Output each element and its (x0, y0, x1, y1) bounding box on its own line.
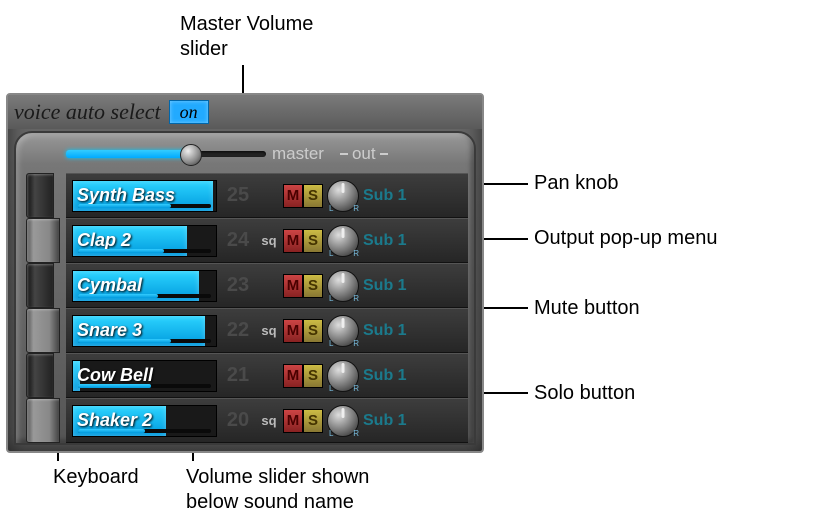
track-row: Clap 2 24 sq MSLRSub 1 (66, 218, 468, 263)
solo-button[interactable]: S (303, 184, 323, 208)
track-number: 21 (221, 364, 255, 387)
sound-name: Cymbal (77, 275, 142, 296)
output-popup[interactable]: Sub 1 (363, 187, 423, 205)
annotation-solo-button: Solo button (534, 381, 635, 406)
volume-slider[interactable] (78, 384, 211, 388)
mute-button[interactable]: M (283, 319, 303, 343)
track-number: 25 (221, 184, 255, 207)
track-number: 22 (221, 319, 255, 342)
sound-name: Clap 2 (77, 230, 131, 251)
sound-name: Snare 3 (77, 320, 142, 341)
output-popup[interactable]: Sub 1 (363, 277, 423, 295)
voice-auto-select-strip: voice auto select on (8, 95, 482, 129)
track-number: 24 (221, 229, 255, 252)
pan-knob[interactable]: LR (327, 225, 359, 257)
mute-button[interactable]: M (283, 229, 303, 253)
annotation-keyboard: Keyboard (53, 465, 139, 490)
keyboard-column (26, 173, 60, 443)
annotation-master-volume: Master Volume slider (180, 12, 313, 62)
annotation-volume-slider: Volume slider shown below sound name (186, 465, 369, 515)
mixer-panel: voice auto select on master out Synth Ba… (6, 93, 484, 453)
key[interactable] (26, 308, 60, 353)
mute-button[interactable]: M (283, 184, 303, 208)
pan-knob[interactable]: LR (327, 405, 359, 437)
mute-button[interactable]: M (283, 274, 303, 298)
panel-inner: master out Synth Bass25MSLRSub 1Clap 224… (14, 131, 476, 445)
volume-slider[interactable] (78, 339, 211, 343)
sound-name-box[interactable]: Shaker 2 (72, 405, 217, 437)
mute-button[interactable]: M (283, 364, 303, 388)
output-popup[interactable]: Sub 1 (363, 412, 423, 430)
key[interactable] (26, 398, 60, 443)
sound-name: Cow Bell (77, 365, 153, 386)
mute-button[interactable]: M (283, 409, 303, 433)
sound-name: Shaker 2 (77, 410, 152, 431)
track-number: 20 (221, 409, 255, 432)
solo-button[interactable]: S (303, 409, 323, 433)
sq-indicator: sq (259, 413, 279, 428)
pan-knob[interactable]: LR (327, 270, 359, 302)
output-popup[interactable]: Sub 1 (363, 367, 423, 385)
master-row: master out (16, 133, 474, 171)
volume-slider[interactable] (78, 204, 211, 208)
pan-knob[interactable]: LR (327, 180, 359, 212)
key[interactable] (26, 263, 54, 308)
out-label: out (340, 144, 388, 164)
sound-name-box[interactable]: Cow Bell (72, 360, 217, 392)
pan-knob[interactable]: LR (327, 360, 359, 392)
annotation-output-popup: Output pop-up menu (534, 226, 717, 251)
track-number: 23 (221, 274, 255, 297)
master-volume-slider[interactable] (66, 146, 266, 162)
annotation-pan-knob: Pan knob (534, 171, 619, 196)
key[interactable] (26, 173, 54, 218)
volume-slider[interactable] (78, 294, 211, 298)
track-row: Cow Bell 21 MSLRSub 1 (66, 353, 468, 398)
pan-knob[interactable]: LR (327, 315, 359, 347)
sound-name-box[interactable]: Clap 2 (72, 225, 217, 257)
solo-button[interactable]: S (303, 229, 323, 253)
annotation-mute-button: Mute button (534, 296, 640, 321)
voice-auto-select-toggle[interactable]: on (169, 100, 209, 124)
sound-name-box[interactable]: Synth Bass (72, 180, 217, 212)
key[interactable] (26, 218, 60, 263)
solo-button[interactable]: S (303, 364, 323, 388)
volume-slider[interactable] (78, 249, 211, 253)
sound-name-box[interactable]: Snare 3 (72, 315, 217, 347)
sound-name-box[interactable]: Cymbal (72, 270, 217, 302)
solo-button[interactable]: S (303, 274, 323, 298)
volume-slider[interactable] (78, 429, 211, 433)
sound-name: Synth Bass (77, 185, 175, 206)
sq-indicator: sq (259, 323, 279, 338)
track-row: Synth Bass 25 MSLRSub 1 (66, 173, 468, 218)
master-label: master (272, 144, 324, 164)
track-row: Snare 3 22 sq MSLRSub 1 (66, 308, 468, 353)
output-popup[interactable]: Sub 1 (363, 322, 423, 340)
sq-indicator: sq (259, 233, 279, 248)
track-row: Cymbal 23 MSLRSub 1 (66, 263, 468, 308)
output-popup[interactable]: Sub 1 (363, 232, 423, 250)
key[interactable] (26, 353, 54, 398)
track-row: Shaker 2 20 sq MSLRSub 1 (66, 398, 468, 443)
solo-button[interactable]: S (303, 319, 323, 343)
voice-auto-select-label: voice auto select (14, 99, 161, 125)
